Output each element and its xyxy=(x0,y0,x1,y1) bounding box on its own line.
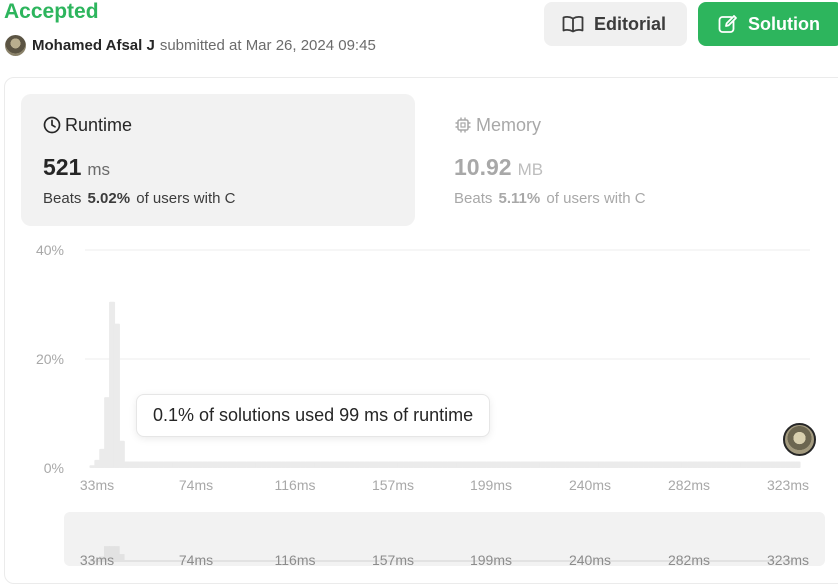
x-tick-label: 74ms xyxy=(179,477,213,493)
x-tick-label: 157ms xyxy=(372,477,414,493)
brush-tick-label: 33ms xyxy=(80,552,114,568)
y-tick-label: 40% xyxy=(36,242,64,258)
x-tick-label: 323ms xyxy=(767,477,809,493)
brush-tick-label: 323ms xyxy=(767,552,809,568)
x-tick-label: 33ms xyxy=(80,477,114,493)
x-tick-label: 199ms xyxy=(470,477,512,493)
brush-tick-label: 157ms xyxy=(372,552,414,568)
brush-tick-label: 282ms xyxy=(668,552,710,568)
x-tick-label: 282ms xyxy=(668,477,710,493)
brush-tick-label: 116ms xyxy=(275,552,316,568)
chart-tooltip: 0.1% of solutions used 99 ms of runtime xyxy=(136,394,491,437)
y-tick-label: 0% xyxy=(44,460,64,476)
runtime-distribution-chart[interactable]: 40% 20% 0% 33ms 33ms 74ms 74ms 116ms 116ms 157ms 1… xyxy=(0,0,838,586)
brush-tick-label: 199ms xyxy=(470,552,512,568)
user-position-avatar[interactable] xyxy=(783,423,816,456)
brush-tick-label: 240ms xyxy=(569,552,611,568)
brush-tick-label: 74ms xyxy=(179,552,213,568)
y-tick-label: 20% xyxy=(36,351,64,367)
distribution-bar xyxy=(794,461,801,468)
x-tick-label: 240ms xyxy=(569,477,611,493)
x-tick-label: 116ms xyxy=(275,477,316,493)
